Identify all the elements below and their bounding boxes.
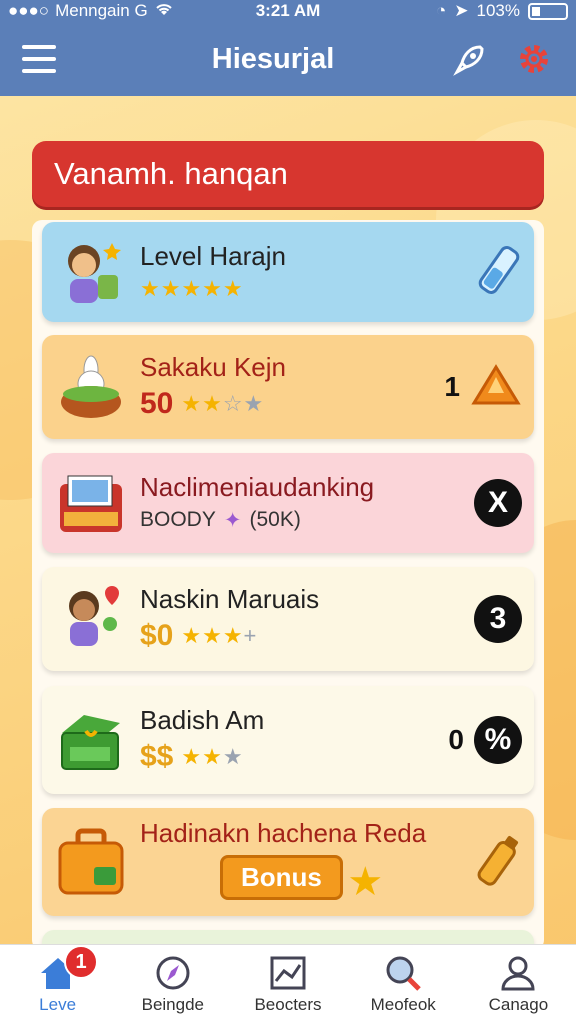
rating-stars: ★★★+ xyxy=(181,623,258,649)
nav-label: Beingde xyxy=(141,995,204,1014)
nav-label: Canago xyxy=(488,995,549,1014)
count-badge: 3 xyxy=(474,595,522,643)
alarm-icon: ◔ xyxy=(435,1,447,20)
battery-percent: 103% xyxy=(476,1,520,20)
item-name: Naskin Maruais xyxy=(140,583,320,614)
compass-icon xyxy=(156,956,190,990)
suitcase-icon xyxy=(54,825,128,899)
close-badge[interactable]: X xyxy=(474,479,522,527)
nav-item-beocters[interactable]: Beocters xyxy=(230,945,345,1024)
rating-stars: ★★★ xyxy=(181,744,244,770)
item-name: Sakaku Kejn xyxy=(140,351,286,382)
item-count: 1 xyxy=(444,371,460,402)
notification-badge: 1 xyxy=(64,945,98,979)
page-title: Hiesurjal xyxy=(211,42,335,75)
bunny-bowl-icon xyxy=(54,350,128,424)
nav-label: Beocters xyxy=(254,995,322,1014)
signal-icon: ●●●○ xyxy=(8,1,50,20)
header-banner: Vanamh. hanqan xyxy=(32,141,544,207)
item-amount: $$ xyxy=(140,740,174,774)
item-count: 0 xyxy=(448,724,464,755)
battery-icon xyxy=(528,2,568,20)
nav-item-leve[interactable]: 1 Leve xyxy=(0,945,115,1024)
list-item[interactable]: Hadinakn hachena Reda Bonus ★ xyxy=(42,808,534,916)
item-name: Naclimeniaudanking xyxy=(140,472,375,503)
gear-icon[interactable] xyxy=(514,39,554,79)
chest-icon xyxy=(54,466,128,540)
rating-stars: ★★★★★ xyxy=(140,276,244,302)
nav-label: Meofeok xyxy=(370,995,436,1014)
item-name: Badish Am xyxy=(140,704,265,735)
magnifier-icon xyxy=(386,956,421,991)
item-extra: (50K) xyxy=(249,508,301,532)
wifi-icon xyxy=(154,1,174,22)
status-time: 3:21 AM xyxy=(255,1,321,20)
list-item[interactable]: Badish Am $$ ★★★ 0 % xyxy=(42,686,534,794)
nav-item-meofeok[interactable]: Meofeok xyxy=(346,945,461,1024)
item-name: Level Harajn xyxy=(140,240,286,271)
diamond-icon: ✦ xyxy=(223,508,242,532)
chart-icon xyxy=(270,956,306,990)
star-icon: ★ xyxy=(347,860,384,905)
nav-item-beingde[interactable]: Beingde xyxy=(115,945,230,1024)
rating-stars: ★★☆★ xyxy=(181,391,265,417)
battery-item-icon xyxy=(476,240,522,305)
level-list: Level Harajn ★★★★★ Sakaku Kejn 50 ★★☆★ 1 xyxy=(32,220,544,950)
green-chest-icon xyxy=(54,703,128,777)
item-name: Hadinakn hachena Reda xyxy=(140,817,427,848)
kid-icon xyxy=(54,582,128,656)
item-subtext: BOODY xyxy=(140,508,216,532)
warning-icon xyxy=(470,363,522,412)
nav-item-canago[interactable]: Canago xyxy=(461,945,576,1024)
status-bar: ●●●○ Menngain G 3:21 AM ◔ ➤ 103% xyxy=(0,0,576,22)
character-icon xyxy=(54,235,128,309)
rocket-icon[interactable] xyxy=(450,39,490,79)
list-item[interactable]: Level Harajn ★★★★★ xyxy=(42,222,534,322)
list-item[interactable]: Sakaku Kejn 50 ★★☆★ 1 xyxy=(42,335,534,439)
item-amount: 50 xyxy=(140,387,174,421)
list-item[interactable]: Naclimeniaudanking BOODY ✦ (50K) X xyxy=(42,453,534,553)
bottom-nav: 1 Leve Beingde Beocters Meofeok Canago xyxy=(0,944,576,1024)
location-icon: ➤ xyxy=(454,1,469,20)
item-amount: $0 xyxy=(140,619,174,653)
app-bar: Hiesurjal xyxy=(0,22,576,96)
nav-label: Leve xyxy=(39,995,77,1014)
profile-icon xyxy=(501,956,535,991)
bottle-icon xyxy=(476,830,522,895)
list-item[interactable]: Naskin Maruais $0 ★★★+ 3 xyxy=(42,567,534,671)
carrier-name: Menngain G xyxy=(55,1,148,20)
bonus-button[interactable]: Bonus xyxy=(220,855,343,901)
percent-badge[interactable]: % xyxy=(474,716,522,764)
menu-icon[interactable] xyxy=(22,45,56,73)
